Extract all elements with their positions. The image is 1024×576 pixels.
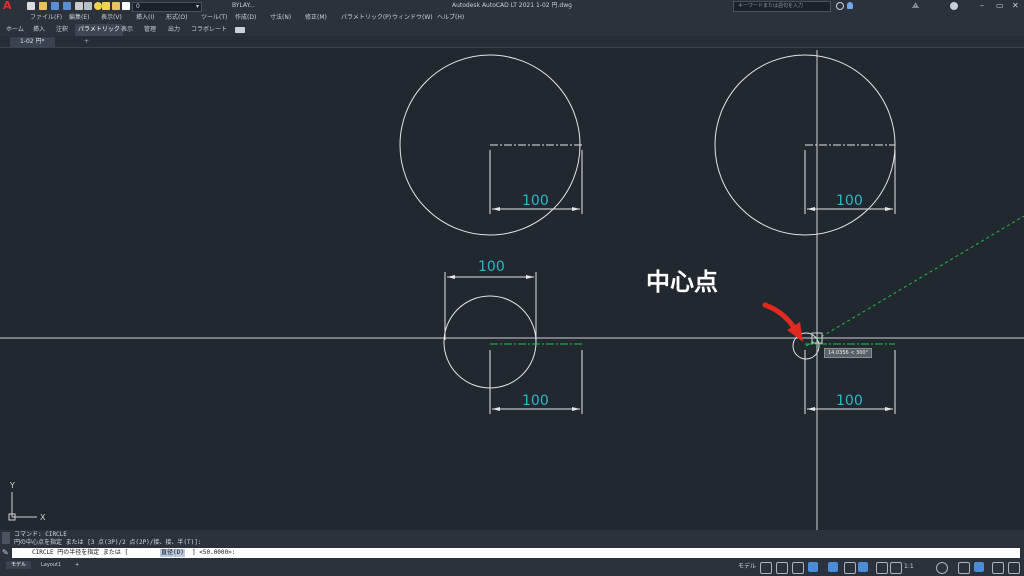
dimension-text-top-right: 100 — [836, 193, 863, 209]
gear-icon[interactable] — [936, 562, 948, 574]
dimension-text-top-left: 100 — [522, 193, 549, 209]
grid-icon[interactable] — [760, 562, 772, 574]
command-history-line-1: コマンド: CIRCLE — [14, 531, 67, 538]
command-input[interactable]: CIRCLE 円の半径を指定 または [ 直径(D) ] <50.0000>: — [12, 548, 1020, 558]
command-option-diameter[interactable]: 直径(D) — [160, 549, 185, 557]
annotation-scale[interactable]: 1:1 — [904, 562, 914, 572]
lineweight-icon[interactable] — [844, 562, 856, 574]
ortho-icon[interactable] — [792, 562, 804, 574]
fullscreen-icon[interactable] — [992, 562, 1004, 574]
polar-icon[interactable] — [808, 562, 818, 572]
dimension-text-bottom-right: 100 — [836, 393, 863, 409]
model-space-button[interactable]: モデル — [738, 562, 756, 572]
rubberband-line — [805, 215, 1024, 347]
command-prompt-prefix: CIRCLE 円の半径を指定 または [ — [32, 549, 129, 556]
ucs-icon — [8, 492, 37, 521]
selection-cycling-icon[interactable] — [858, 562, 868, 572]
command-history-line-2: 円の中心点を指定 または [3 点(3P)/2 点(2P)/接、接、半(T)]: — [14, 539, 202, 546]
wrench-icon[interactable]: ✎ — [2, 548, 10, 558]
dimension-text-bottom-left: 100 — [522, 393, 549, 409]
dimension-middle-left — [444, 272, 537, 340]
dimension-text-middle-left: 100 — [478, 259, 505, 275]
snap-icon[interactable] — [776, 562, 788, 574]
command-prompt-suffix: ] <50.0000>: — [192, 549, 236, 556]
ucs-x-label: X — [40, 513, 46, 522]
status-bar — [0, 560, 1024, 576]
autoscale-icon[interactable] — [890, 562, 902, 574]
add-layout-button[interactable]: + — [70, 561, 84, 569]
customize-menu-icon[interactable] — [1008, 562, 1020, 574]
tooltip-text: 14.0356 < 300° — [828, 350, 869, 356]
isolate-icon[interactable] — [974, 562, 984, 572]
plus-icon[interactable] — [958, 562, 970, 574]
layout-tab-model[interactable]: モデル — [6, 561, 32, 569]
command-window-grip[interactable] — [2, 532, 10, 544]
layout-tab-layout1[interactable]: Layout1 — [36, 561, 66, 569]
dynamic-input-tooltip: 14.0356 < 300° — [824, 348, 873, 358]
osnap-icon[interactable] — [828, 562, 838, 572]
drawing-svg[interactable]: 100 100 100 100 100 Y X — [0, 0, 1024, 576]
ucs-y-label: Y — [9, 481, 15, 490]
annotation-visibility-icon[interactable] — [876, 562, 888, 574]
center-point-annotation: 中心点 — [646, 268, 718, 296]
